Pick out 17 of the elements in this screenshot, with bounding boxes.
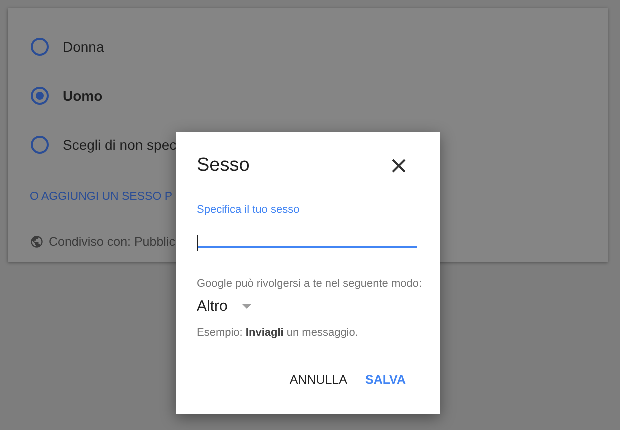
shared-with-text: Condiviso con: Pubblic — [49, 235, 176, 250]
radio-button[interactable] — [31, 86, 49, 105]
cancel-button[interactable]: ANNULLA — [286, 367, 352, 393]
example-text: Esempio: Inviagli un messaggio. — [197, 327, 360, 339]
field-label: Specifica il tuo sesso — [197, 204, 301, 216]
radio-button[interactable] — [31, 136, 49, 154]
dropdown-arrow-icon — [242, 304, 252, 309]
text-cursor — [197, 235, 198, 251]
option-label: Scegli di non spec — [63, 136, 177, 153]
save-button[interactable]: SALVA — [361, 367, 410, 393]
pronoun-dropdown[interactable]: Altro — [197, 298, 267, 315]
option-label: Uomo — [63, 88, 103, 104]
globe-icon — [30, 235, 44, 250]
dialog-title: Sesso — [197, 155, 250, 177]
radio-button[interactable] — [31, 38, 49, 56]
close-button[interactable] — [390, 157, 408, 175]
option-label: Donna — [63, 38, 104, 55]
